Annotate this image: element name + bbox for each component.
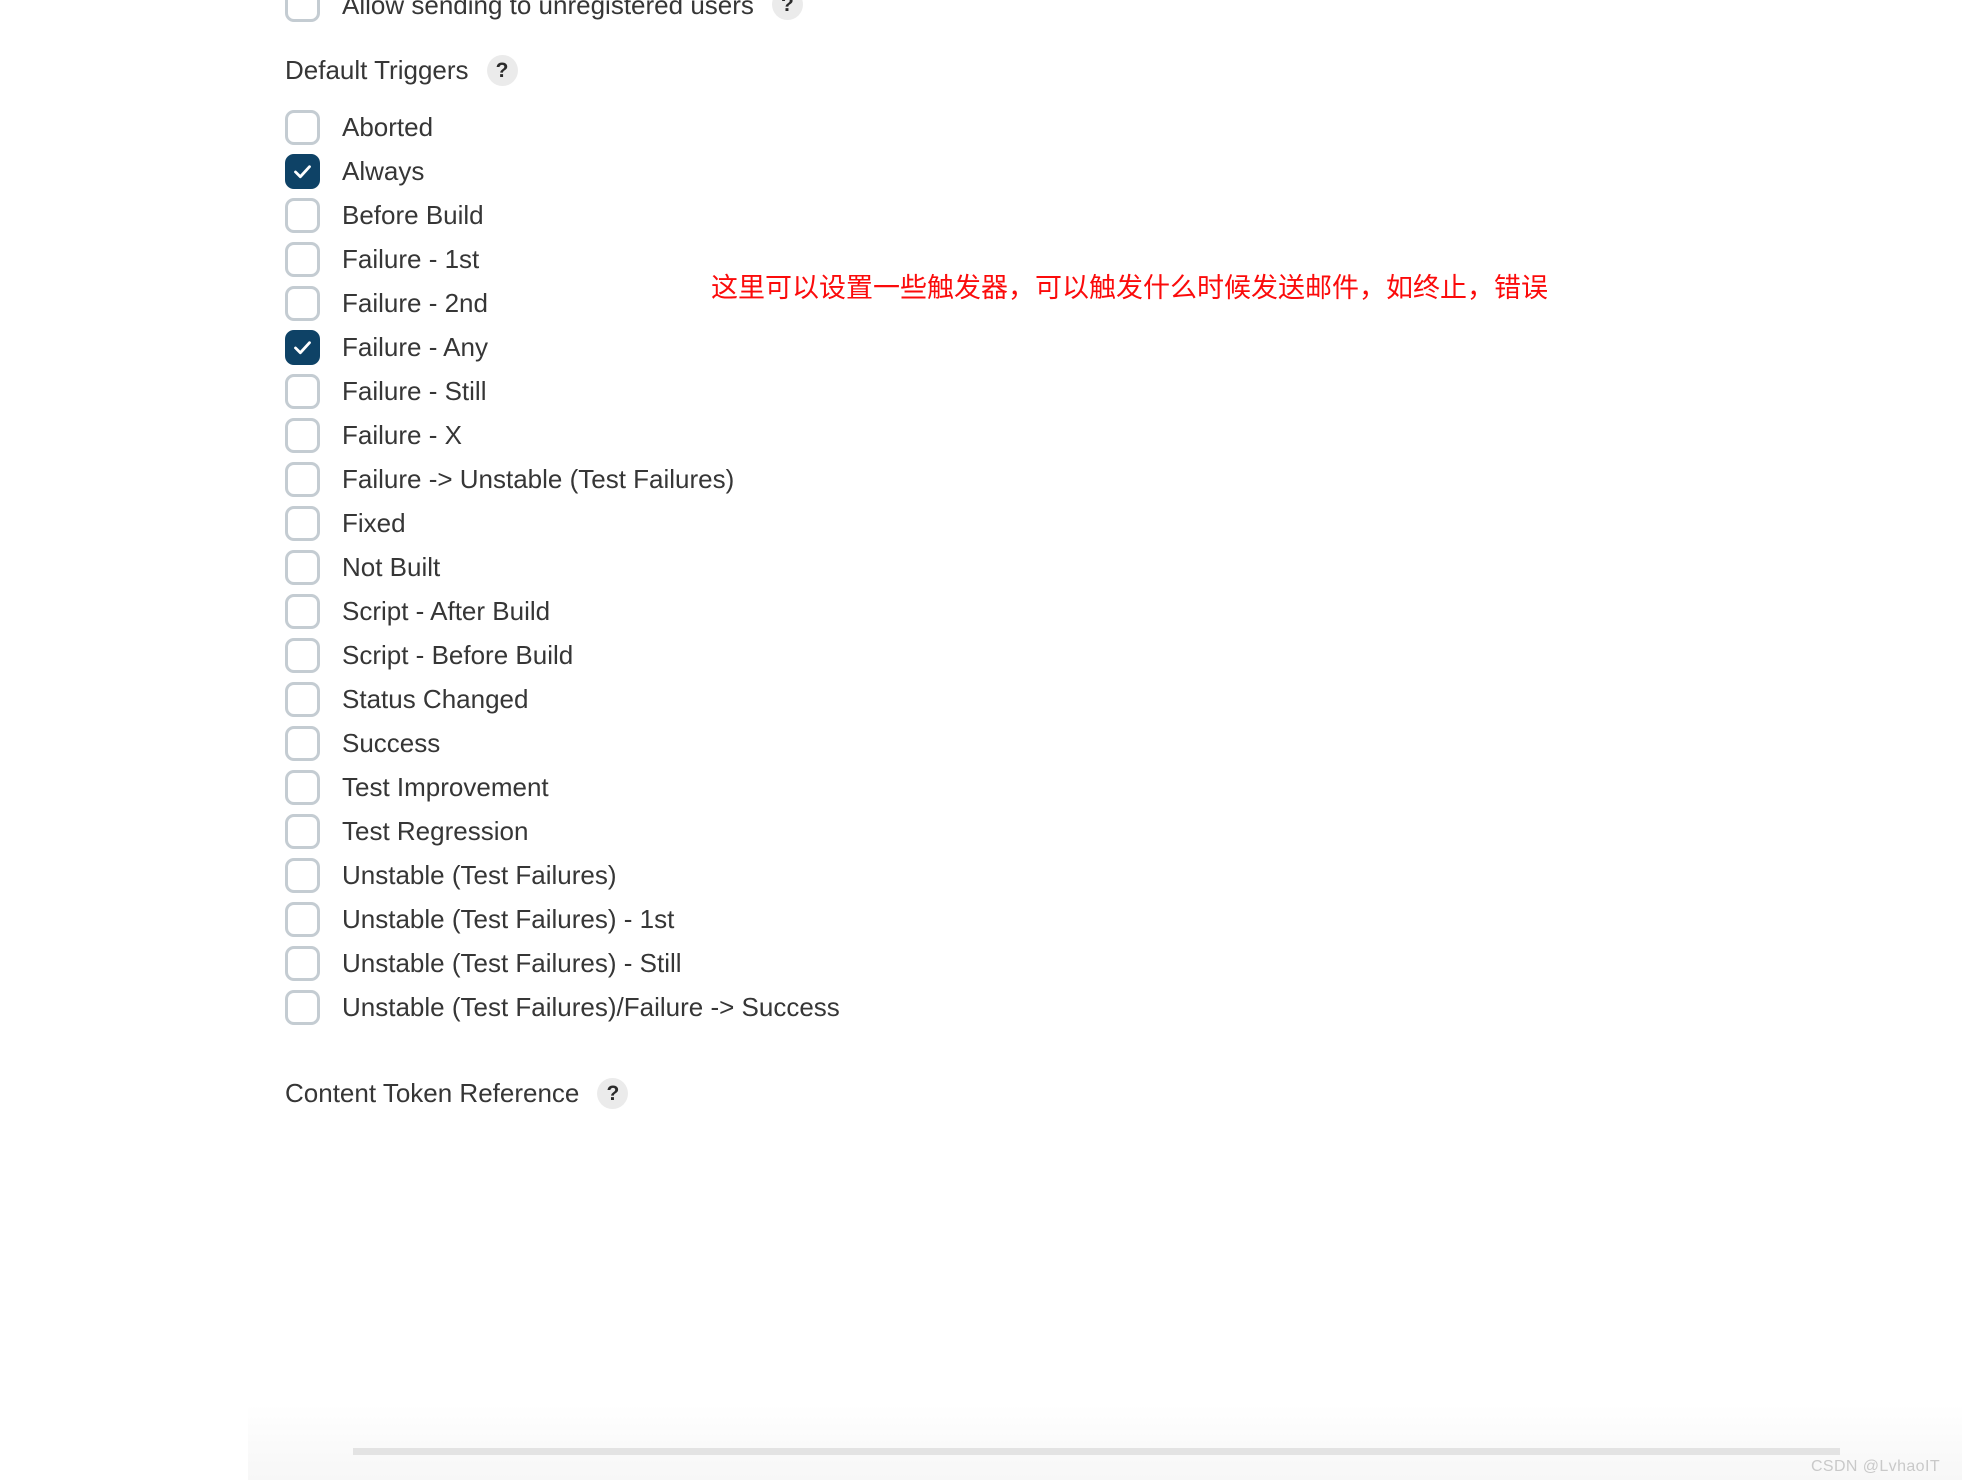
trigger-checkbox[interactable]	[285, 857, 320, 893]
trigger-label: Script - After Build	[342, 596, 551, 626]
trigger-row[interactable]: Unstable (Test Failures)/Failure -> Succ…	[285, 985, 840, 1029]
default-triggers-heading-text: Default Triggers	[285, 55, 469, 85]
trigger-checkbox[interactable]	[285, 549, 320, 585]
trigger-checkbox[interactable]	[285, 593, 320, 629]
content-token-reference-heading: Content Token Reference ?	[285, 1078, 629, 1109]
trigger-checkbox[interactable]	[285, 373, 320, 409]
trigger-row[interactable]: Unstable (Test Failures)	[285, 853, 840, 897]
horizontal-divider	[353, 1448, 1840, 1455]
trigger-row[interactable]: Fixed	[285, 501, 840, 545]
trigger-label: Fixed	[342, 508, 406, 538]
help-icon[interactable]: ?	[486, 55, 518, 86]
trigger-checkbox[interactable]	[285, 285, 320, 321]
help-icon[interactable]: ?	[771, 0, 803, 20]
default-triggers-heading: Default Triggers ?	[285, 55, 518, 86]
content-token-reference-heading-text: Content Token Reference	[285, 1078, 580, 1108]
trigger-label: Failure - 2nd	[342, 288, 488, 318]
trigger-label: Test Improvement	[342, 772, 549, 802]
trigger-checkbox[interactable]	[285, 989, 320, 1025]
trigger-row[interactable]: Script - After Build	[285, 589, 840, 633]
trigger-row[interactable]: Success	[285, 721, 840, 765]
trigger-checkbox[interactable]	[285, 813, 320, 849]
trigger-row[interactable]: Script - Before Build	[285, 633, 840, 677]
trigger-row[interactable]: Before Build	[285, 193, 840, 237]
trigger-checkbox[interactable]	[285, 725, 320, 761]
trigger-label: Failure - Any	[342, 332, 488, 362]
trigger-checkbox[interactable]	[285, 109, 320, 145]
trigger-checkbox[interactable]	[285, 769, 320, 805]
trigger-row[interactable]: Unstable (Test Failures) - Still	[285, 941, 840, 985]
trigger-label: Failure - 1st	[342, 244, 480, 274]
trigger-row[interactable]: Failure - Any	[285, 325, 840, 369]
trigger-row[interactable]: Test Improvement	[285, 765, 840, 809]
watermark: CSDN @LvhaoIT	[1810, 1458, 1940, 1475]
trigger-label: Unstable (Test Failures)	[342, 860, 617, 890]
trigger-label: Test Regression	[342, 816, 529, 846]
trigger-checkbox[interactable]	[285, 505, 320, 541]
trigger-checkbox[interactable]	[285, 901, 320, 937]
trigger-label: Not Built	[342, 552, 441, 582]
trigger-row[interactable]: Aborted	[285, 105, 840, 149]
trigger-checkbox[interactable]	[285, 945, 320, 981]
trigger-label: Unstable (Test Failures)/Failure -> Succ…	[342, 992, 840, 1022]
trigger-checkbox[interactable]	[285, 241, 320, 277]
trigger-row[interactable]: Status Changed	[285, 677, 840, 721]
trigger-label: Unstable (Test Failures) - Still	[342, 948, 682, 978]
check-icon	[294, 340, 311, 354]
trigger-label: Aborted	[342, 112, 434, 142]
trigger-row[interactable]: Always	[285, 149, 840, 193]
trigger-row[interactable]: Failure -> Unstable (Test Failures)	[285, 457, 840, 501]
trigger-row[interactable]: Failure - Still	[285, 369, 840, 413]
default-triggers-list: Aborted Always Before Build Failure - 1st Fa…	[285, 105, 840, 1029]
allow-unregistered-users-row[interactable]: Allow sending to unregistered users ?	[285, 0, 803, 22]
check-icon	[294, 164, 311, 178]
page-root: Allow sending to unregistered users ? De…	[0, 0, 1962, 1480]
allow-unregistered-users-label: Allow sending to unregistered users	[342, 0, 754, 20]
trigger-checkbox[interactable]	[285, 153, 320, 189]
bottom-panel	[248, 1405, 1962, 1480]
trigger-checkbox[interactable]	[285, 417, 320, 453]
trigger-label: Script - Before Build	[342, 640, 574, 670]
trigger-checkbox[interactable]	[285, 637, 320, 673]
help-icon[interactable]: ?	[597, 1078, 629, 1109]
trigger-row[interactable]: Unstable (Test Failures) - 1st	[285, 897, 840, 941]
trigger-label: Before Build	[342, 200, 484, 230]
trigger-label: Success	[342, 728, 441, 758]
trigger-row[interactable]: Failure - X	[285, 413, 840, 457]
allow-unregistered-users-checkbox[interactable]	[285, 0, 320, 22]
trigger-label: Failure - Still	[342, 376, 487, 406]
trigger-label: Failure - X	[342, 420, 462, 450]
trigger-label: Always	[342, 156, 425, 186]
trigger-checkbox[interactable]	[285, 329, 320, 365]
trigger-row[interactable]: Test Regression	[285, 809, 840, 853]
trigger-checkbox[interactable]	[285, 197, 320, 233]
trigger-label: Failure -> Unstable (Test Failures)	[342, 464, 735, 494]
trigger-label: Status Changed	[342, 684, 529, 714]
trigger-checkbox[interactable]	[285, 681, 320, 717]
annotation-note: 这里可以设置一些触发器，可以触发什么时候发送邮件，如终止，错误	[711, 273, 1548, 304]
trigger-row[interactable]: Not Built	[285, 545, 840, 589]
trigger-checkbox[interactable]	[285, 461, 320, 497]
trigger-label: Unstable (Test Failures) - 1st	[342, 904, 675, 934]
